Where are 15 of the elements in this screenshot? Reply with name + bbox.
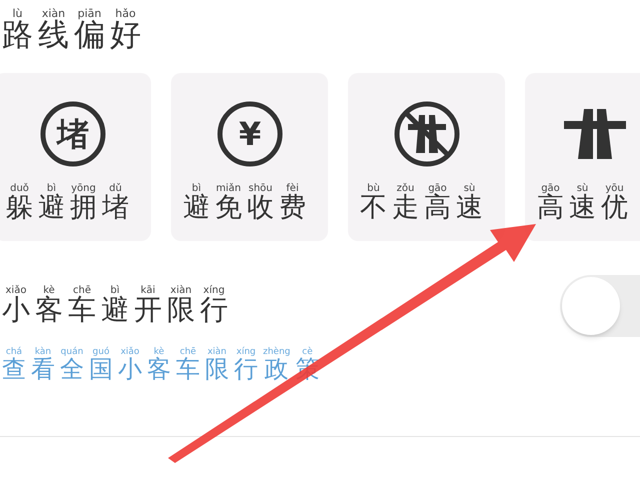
route-option-card[interactable]: 堵 躲 duǒ 避 bì 拥 yōng 堵 dǔ <box>0 73 151 241</box>
toggle-switch[interactable] <box>560 275 640 337</box>
route-option-card[interactable]: 不 bù 走 zǒu 高 gāo 速 sù <box>348 73 505 241</box>
option-label: 躲 duǒ 避 bì 拥 yōng 堵 dǔ <box>6 183 130 224</box>
option-label: 避 bì 免 miǎn 收 shōu 费 fèi <box>183 183 307 224</box>
highway-icon <box>564 109 626 159</box>
option-label: 不 bù 走 zǒu 高 gāo 速 sù <box>360 183 484 224</box>
route-option-card[interactable]: 高 gāo 速 sù 优 yōu <box>525 73 640 241</box>
section-title: 路 lù 线 xiàn 偏 piān 好 hǎo <box>2 8 142 53</box>
route-option-card[interactable]: ¥ 避 bì 免 miǎn 收 shōu 费 fèi <box>171 73 328 241</box>
option-label: 高 gāo 速 sù 优 yōu <box>537 183 629 224</box>
no-highway-icon <box>394 101 460 167</box>
setting-label: 小 xiǎo 客 kè 车 chē 避 bì 开 kāi 限 xiàn 行 xíng <box>2 285 229 327</box>
no-sign-icon: 堵 <box>40 101 106 167</box>
no-sign-icon: ¥ <box>216 101 282 167</box>
